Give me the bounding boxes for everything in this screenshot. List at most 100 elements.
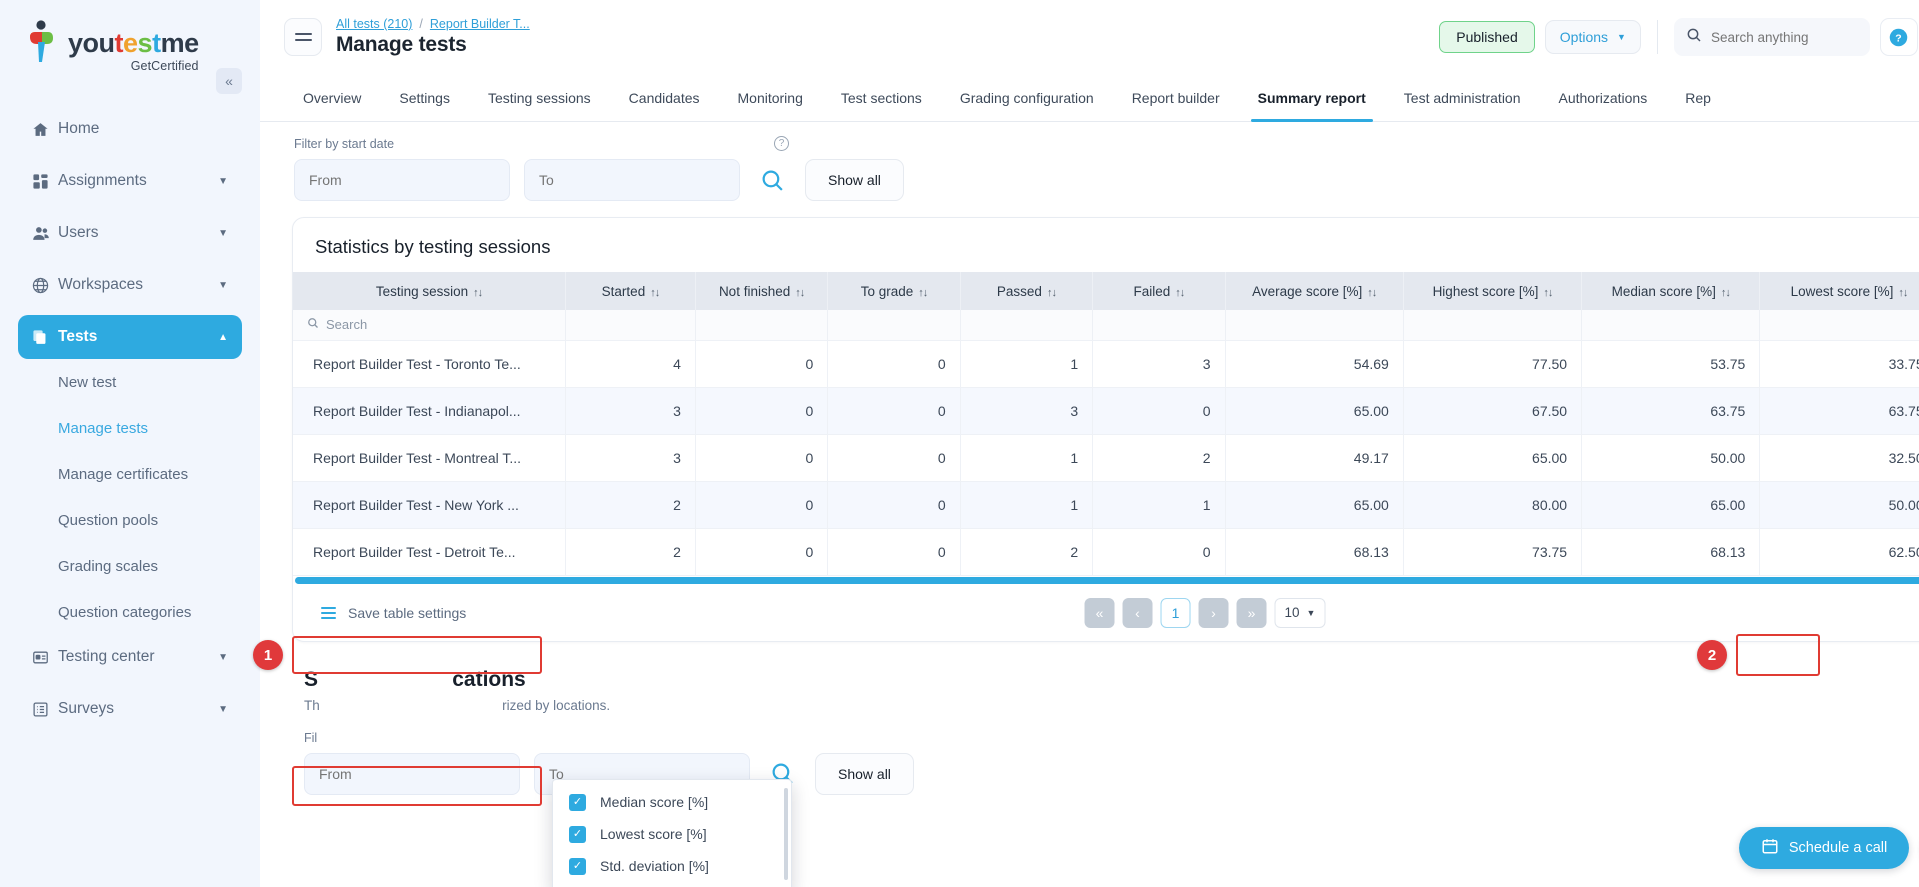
filter-from-field[interactable]	[294, 159, 510, 201]
cell-session: Report Builder Test - Indianapol...	[293, 387, 566, 435]
schedule-call-button[interactable]: Schedule a call	[1738, 827, 1910, 869]
dropdown-item-median-score[interactable]: Median score [%]	[553, 786, 791, 818]
filter-show-all-button[interactable]: Show all	[805, 159, 904, 201]
section-two-from-field[interactable]	[304, 752, 520, 795]
tab-summary-report[interactable]: Summary report	[1239, 74, 1385, 122]
sort-icon: ↑↓	[1720, 286, 1731, 299]
cell-failed: 0	[1092, 528, 1226, 576]
table-row[interactable]: Report Builder Test - Toronto Te... 4 0 …	[293, 340, 1919, 388]
save-table-settings-button[interactable]: Save table settings	[309, 597, 478, 629]
horizontal-scrollbar-thumb[interactable]	[295, 576, 1919, 584]
pagination-prev[interactable]: ‹	[1122, 597, 1153, 628]
sidebar-subitem-grading-scales[interactable]: Grading scales	[0, 543, 260, 589]
sidebar-subitem-new-test[interactable]: New test	[0, 359, 260, 405]
col-failed[interactable]: Failed ↑↓	[1092, 272, 1226, 310]
sidebar-item-tests[interactable]: Tests ▲	[18, 315, 242, 359]
filter-to-input[interactable]	[539, 172, 725, 188]
help-icon[interactable]: ?	[1879, 18, 1918, 56]
table-search-cell[interactable]	[1581, 310, 1761, 341]
tab-authorizations[interactable]: Authorizations	[1540, 74, 1667, 121]
col-highest-score[interactable]: Highest score [%] ↑↓	[1403, 272, 1583, 310]
table-row[interactable]: Report Builder Test - Detroit Te... 2 0 …	[293, 528, 1919, 576]
tab-settings[interactable]: Settings	[380, 74, 469, 121]
checkbox-checked-icon[interactable]	[569, 825, 586, 843]
status-badge[interactable]: Published	[1439, 21, 1535, 53]
table-search-cell[interactable]	[1225, 310, 1404, 341]
filter-search-icon[interactable]	[754, 168, 791, 193]
table-search-cell[interactable]	[1759, 310, 1919, 341]
tab-reports-clipped[interactable]: Rep	[1666, 74, 1730, 121]
table-search-cell[interactable]	[1092, 310, 1226, 341]
table-search-cell[interactable]	[1403, 310, 1583, 341]
table-row[interactable]: Report Builder Test - Indianapol... 3 0 …	[293, 387, 1919, 435]
brand-logo[interactable]: youtestme GetCertified	[0, 0, 260, 73]
table-row[interactable]: Report Builder Test - New York ... 2 0 0…	[293, 481, 1919, 529]
table-search-cell[interactable]: Search	[293, 310, 566, 341]
question-circle-icon[interactable]: ?	[774, 136, 790, 151]
tab-overview[interactable]: Overview	[284, 74, 380, 121]
breadcrumb-current-test[interactable]: Report Builder T...	[430, 17, 530, 31]
table-search-row: Search	[293, 310, 1919, 341]
cell-median: 50.00	[1581, 434, 1761, 482]
pagination-first[interactable]: «	[1084, 597, 1115, 628]
list-lines-icon	[321, 606, 336, 619]
tab-test-administration[interactable]: Test administration	[1385, 74, 1540, 121]
sidebar-item-testing-center[interactable]: Testing center ▼	[18, 635, 242, 679]
cell-median: 53.75	[1581, 340, 1761, 388]
sidebar-subitem-manage-certificates[interactable]: Manage certificates	[0, 451, 260, 497]
search-input[interactable]	[1710, 29, 1858, 45]
sidebar-collapse-button[interactable]: «	[216, 68, 242, 94]
dropdown-scrollbar[interactable]	[784, 788, 788, 880]
tab-candidates[interactable]: Candidates	[610, 74, 719, 121]
col-to-grade[interactable]: To grade ↑↓	[827, 272, 961, 310]
checkbox-checked-icon[interactable]	[569, 857, 586, 875]
col-passed[interactable]: Passed ↑↓	[960, 272, 1094, 310]
table-row[interactable]: Report Builder Test - Montreal T... 3 0 …	[293, 434, 1919, 482]
page-size-select[interactable]: 10 ▼	[1274, 597, 1326, 628]
table-search-cell[interactable]	[827, 310, 961, 341]
sidebar-subitem-question-pools[interactable]: Question pools	[0, 497, 260, 543]
tab-monitoring[interactable]: Monitoring	[719, 74, 822, 121]
pagination-page-1[interactable]: 1	[1160, 597, 1191, 628]
section-two-from-input[interactable]	[319, 765, 505, 782]
options-button[interactable]: Options ▼	[1544, 20, 1641, 54]
table-search-cell[interactable]	[565, 310, 696, 341]
sidebar-item-workspaces[interactable]: Workspaces ▼	[18, 263, 242, 307]
filter-start-date-label: Filter by start date ?	[294, 136, 1919, 151]
table-search-cell[interactable]	[695, 310, 829, 341]
column-visibility-dropdown: Median score [%] Lowest score [%] Std. d…	[552, 779, 792, 887]
sidebar-subitem-question-categories[interactable]: Question categories	[0, 589, 260, 635]
checkbox-checked-icon[interactable]	[569, 793, 586, 811]
sidebar-item-label: Testing center	[58, 648, 155, 665]
sidebar-item-home[interactable]: Home	[18, 107, 242, 151]
hamburger-icon[interactable]	[284, 18, 322, 56]
horizontal-scrollbar-track[interactable]	[293, 575, 1919, 585]
sidebar-item-surveys[interactable]: Surveys ▼	[18, 687, 242, 731]
pagination-last[interactable]: »	[1236, 597, 1267, 628]
breadcrumb-all-tests[interactable]: All tests (210)	[336, 17, 412, 31]
table-search-cell[interactable]	[960, 310, 1094, 341]
cell-highest: 65.00	[1403, 434, 1583, 482]
tab-test-sections[interactable]: Test sections	[822, 74, 941, 121]
dropdown-item-std-deviation[interactable]: Std. deviation [%]	[553, 850, 791, 882]
col-testing-session[interactable]: Testing session ↑↓	[293, 272, 566, 310]
col-average-score[interactable]: Average score [%] ↑↓	[1225, 272, 1404, 310]
pagination-next[interactable]: ›	[1198, 597, 1229, 628]
global-search[interactable]	[1673, 18, 1870, 56]
col-not-finished[interactable]: Not finished ↑↓	[695, 272, 829, 310]
filter-to-field[interactable]	[524, 159, 740, 201]
col-lowest-score[interactable]: Lowest score [%] ↑↓	[1759, 272, 1919, 310]
dropdown-item-lowest-score[interactable]: Lowest score [%]	[553, 818, 791, 850]
filter-from-input[interactable]	[309, 172, 495, 188]
chevron-down-icon: ▼	[218, 703, 228, 715]
tab-grading-configuration[interactable]: Grading configuration	[941, 74, 1113, 121]
statistics-table: Testing session ↑↓ Started ↑↓ Not finished…	[293, 272, 1919, 576]
tab-testing-sessions[interactable]: Testing sessions	[469, 74, 610, 121]
sidebar-item-users[interactable]: Users ▼	[18, 211, 242, 255]
tab-report-builder[interactable]: Report builder	[1113, 74, 1239, 121]
col-median-score[interactable]: Median score [%] ↑↓	[1581, 272, 1761, 310]
section-two-show-all-button[interactable]: Show all	[815, 752, 914, 795]
col-started[interactable]: Started ↑↓	[565, 272, 696, 310]
sidebar-subitem-manage-tests[interactable]: Manage tests	[0, 405, 260, 451]
sidebar-item-assignments[interactable]: Assignments ▼	[18, 159, 242, 203]
